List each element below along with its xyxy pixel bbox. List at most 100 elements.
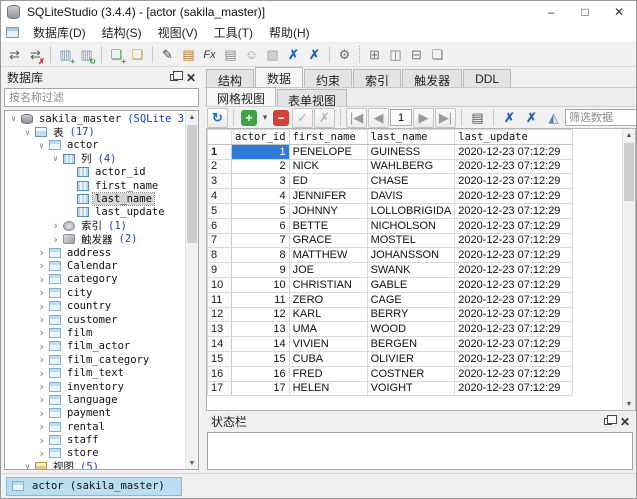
grid-cell[interactable]: 8	[232, 248, 290, 263]
last-page-icon[interactable]: ▶|	[435, 108, 456, 128]
grid-cell[interactable]: 16	[232, 366, 290, 381]
float-panel-icon[interactable]	[604, 418, 612, 425]
minimize-button[interactable]: –	[534, 1, 568, 23]
tree-item-film_text[interactable]: ›film_text	[5, 366, 185, 379]
menu-item-database[interactable]: 数据库(D)	[25, 23, 94, 42]
tree-item-film_category[interactable]: ›film_category	[5, 353, 185, 366]
connect-database-icon[interactable]: ⇄	[4, 45, 25, 65]
grid-cell[interactable]: OLIVIER	[367, 351, 455, 366]
chevron-expanded-icon[interactable]: ∨	[21, 128, 34, 137]
row-header[interactable]: 9	[208, 263, 232, 278]
grid-cell[interactable]: BETTE	[289, 218, 367, 233]
grid-cell[interactable]: 2020-12-23 07:12:29	[455, 381, 573, 396]
menu-item-structure[interactable]: 结构(S)	[94, 23, 150, 42]
tab-form-view[interactable]: 表单视图	[277, 89, 347, 106]
grid-cell[interactable]: 2	[232, 159, 290, 174]
grid-cell[interactable]: 17	[232, 381, 290, 396]
tree-item-country[interactable]: ›country	[5, 299, 185, 312]
tree-item-索引[interactable]: ›索引(1)	[5, 219, 185, 232]
tab-grid-view[interactable]: 网格视图	[206, 87, 276, 106]
tree-item-staff[interactable]: ›staff	[5, 433, 185, 446]
grid-cell[interactable]: 2020-12-23 07:12:29	[455, 159, 573, 174]
grid-cell[interactable]: VOIGHT	[367, 381, 455, 396]
first-page-icon[interactable]: |◀	[346, 108, 367, 128]
grid-cell[interactable]: ZERO	[289, 292, 367, 307]
row-header[interactable]: 12	[208, 307, 232, 322]
grid-cell[interactable]: 2020-12-23 07:12:29	[455, 292, 573, 307]
chevron-collapsed-icon[interactable]: ›	[35, 286, 48, 299]
grid-cell[interactable]: NICHOLSON	[367, 218, 455, 233]
row-header[interactable]: 2	[208, 159, 232, 174]
cascade-windows-icon[interactable]: ❏	[427, 45, 448, 65]
maximize-button[interactable]: □	[568, 1, 602, 23]
delete-row-icon[interactable]: −	[273, 110, 289, 126]
tree-item-address[interactable]: ›address	[5, 246, 185, 259]
grid-cell[interactable]: JOHNNY	[289, 203, 367, 218]
grid-cell[interactable]: DAVIS	[367, 189, 455, 204]
tab-constraints[interactable]: 约束	[304, 69, 352, 87]
grid-cell[interactable]: KARL	[289, 307, 367, 322]
scroll-up-icon[interactable]: ▲	[623, 129, 635, 141]
grid-cell[interactable]: ED	[289, 174, 367, 189]
row-header[interactable]: 4	[208, 189, 232, 204]
grid-cell[interactable]: GRACE	[289, 233, 367, 248]
close-panel-icon[interactable]: ✕	[620, 417, 630, 427]
restore-session-window-icon[interactable]: ❏	[127, 45, 148, 65]
insert-row-icon[interactable]: +	[241, 110, 257, 126]
row-header[interactable]: 5	[208, 203, 232, 218]
tab-data[interactable]: 数据	[255, 67, 303, 87]
grid-cell[interactable]: BERRY	[367, 307, 455, 322]
grid-cell[interactable]: 2020-12-23 07:12:29	[455, 218, 573, 233]
child-window-menu-icon[interactable]	[6, 27, 19, 38]
tree-scrollbar[interactable]: ▲ ▼	[185, 111, 198, 469]
chevron-collapsed-icon[interactable]: ›	[35, 447, 48, 460]
grid-cell[interactable]: 2020-12-23 07:12:29	[455, 189, 573, 204]
tree-item-列[interactable]: ∨列(4)	[5, 152, 185, 165]
chevron-collapsed-icon[interactable]: ›	[35, 246, 48, 259]
grid-cell[interactable]: LOLLOBRIGIDA	[367, 203, 455, 218]
row-header[interactable]: 14	[208, 337, 232, 352]
grid-cell[interactable]: 2020-12-23 07:12:29	[455, 263, 573, 278]
menu-item-view[interactable]: 视图(V)	[150, 23, 206, 42]
grid-cell[interactable]: 2020-12-23 07:12:29	[455, 322, 573, 337]
grid-cell[interactable]: 2020-12-23 07:12:29	[455, 337, 573, 352]
tree-item-first_name[interactable]: first_name	[5, 179, 185, 192]
chevron-collapsed-icon[interactable]: ›	[35, 393, 48, 406]
grid-cell[interactable]: MOSTEL	[367, 233, 455, 248]
refresh-table-data-icon[interactable]: ↻	[207, 108, 228, 128]
grid-cell[interactable]: CHRISTIAN	[289, 277, 367, 292]
tile-windows-icon[interactable]: ⊞	[364, 45, 385, 65]
grid-cell[interactable]: GUINESS	[367, 144, 455, 159]
column-header-first_name[interactable]: first_name	[289, 130, 367, 145]
grid-cell[interactable]: 2020-12-23 07:12:29	[455, 203, 573, 218]
grid-cell[interactable]: 2020-12-23 07:12:29	[455, 233, 573, 248]
grid-cell[interactable]: FRED	[289, 366, 367, 381]
tree-item-customer[interactable]: ›customer	[5, 313, 185, 326]
grid-cell[interactable]: CAGE	[367, 292, 455, 307]
grid-cell[interactable]: 3	[232, 174, 290, 189]
grid-cell[interactable]: 2020-12-23 07:12:29	[455, 366, 573, 381]
float-panel-icon[interactable]	[170, 74, 178, 81]
add-database-icon[interactable]: ▥+	[55, 45, 76, 65]
edit-database-icon[interactable]: ▥↻	[76, 45, 97, 65]
import-icon[interactable]: ✗	[283, 45, 304, 65]
close-panel-icon[interactable]: ✕	[186, 73, 196, 83]
row-header[interactable]: 11	[208, 292, 232, 307]
grid-cell[interactable]: WOOD	[367, 322, 455, 337]
chevron-collapsed-icon[interactable]: ›	[35, 273, 48, 286]
grid-cell[interactable]: 15	[232, 351, 290, 366]
grid-cell[interactable]: 2020-12-23 07:12:29	[455, 307, 573, 322]
chevron-collapsed-icon[interactable]: ›	[35, 326, 48, 339]
sql-functions-editor-icon[interactable]: Fx	[199, 45, 220, 65]
chevron-collapsed-icon[interactable]: ›	[35, 380, 48, 393]
tree-item-actor_id[interactable]: actor_id	[5, 166, 185, 179]
previous-page-icon[interactable]: ◀	[368, 108, 389, 128]
grid-cell[interactable]: PENELOPE	[289, 144, 367, 159]
grid-cell[interactable]: JOHANSSON	[367, 248, 455, 263]
grid-cell[interactable]: 5	[232, 203, 290, 218]
new-sql-editor-window-icon[interactable]: ❏+	[106, 45, 127, 65]
tree-item-city[interactable]: ›city	[5, 286, 185, 299]
tree-item-last_name[interactable]: last_name	[5, 192, 185, 205]
grid-cell[interactable]: SWANK	[367, 263, 455, 278]
adjust-rows-height-icon[interactable]: ✗	[521, 108, 542, 128]
